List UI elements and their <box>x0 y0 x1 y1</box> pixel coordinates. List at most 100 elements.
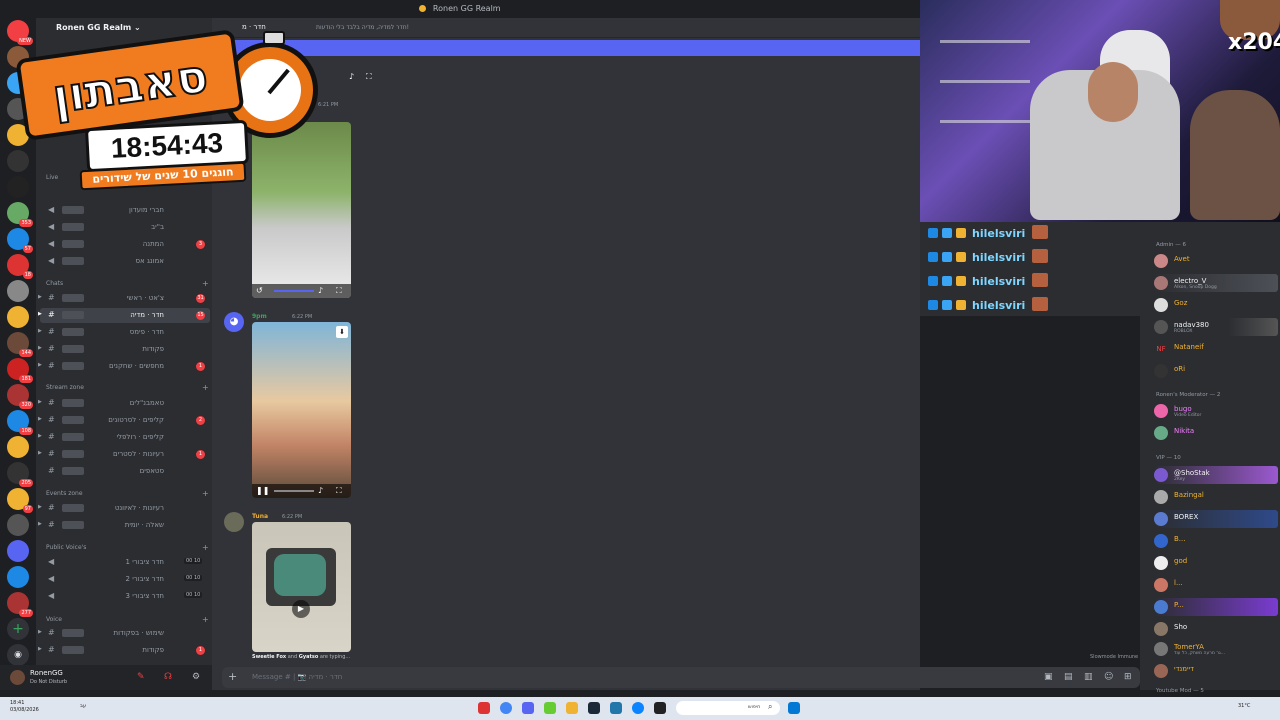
member-item[interactable]: Sho <box>1154 620 1278 638</box>
member-item[interactable]: l... <box>1154 576 1278 594</box>
category-chats[interactable]: Chats + <box>46 279 209 288</box>
add-channel-icon[interactable]: + <box>202 279 209 288</box>
language-indicator[interactable]: עב <box>80 703 86 709</box>
volume-icon[interactable]: ♪ <box>349 72 354 81</box>
member-item[interactable]: oRi <box>1154 362 1278 380</box>
voice-channel-item[interactable]: ◀ חדר ציבורי 2 00 10 <box>40 572 210 587</box>
server-icon[interactable]: 144 <box>7 332 33 357</box>
add-channel-icon[interactable]: + <box>202 543 209 552</box>
channel-item[interactable]: # סטאפים <box>40 464 210 479</box>
app-icon[interactable] <box>544 702 556 714</box>
volume-icon[interactable]: ♪ <box>318 286 323 295</box>
video-progress[interactable] <box>274 290 314 292</box>
avatar[interactable] <box>224 512 244 532</box>
weather-widget[interactable]: 31°C <box>1238 703 1250 709</box>
channel-item[interactable]: ▶ # רעיונות · לסטרים 1 <box>38 447 210 462</box>
server-icon[interactable] <box>7 280 29 302</box>
channel-item[interactable]: ▶ # שאלה · יומית <box>38 518 210 533</box>
gif-icon[interactable]: ▤ <box>1064 672 1073 682</box>
member-item[interactable]: דיימנדי <box>1154 662 1278 680</box>
channel-item[interactable]: ▶ # רעיונות · לאיוונט <box>38 501 210 516</box>
server-icon[interactable]: 205 <box>7 462 33 487</box>
windows-start-icon[interactable] <box>788 702 800 714</box>
gift-icon[interactable]: ▣ <box>1044 672 1053 682</box>
discover-icon[interactable]: ◉ <box>7 644 29 666</box>
member-item[interactable]: B... <box>1154 532 1278 550</box>
server-icon[interactable] <box>7 540 29 562</box>
member-item[interactable]: electro_V Alkon, Snoop Dogg <box>1154 274 1278 292</box>
emoji-icon[interactable]: ☺ <box>1104 672 1113 682</box>
pause-icon[interactable]: ❚❚ <box>256 486 269 495</box>
video-progress[interactable] <box>274 490 314 492</box>
discord-icon[interactable] <box>522 702 534 714</box>
taskbar-clock[interactable]: 18:41 03/08/2026 <box>10 700 39 714</box>
server-icon[interactable] <box>7 514 29 536</box>
channel-item[interactable]: ▶ # טאמבנ"לים <box>38 396 210 411</box>
channel-item[interactable]: ▶ # צ'אט · ראשי 31 <box>38 291 210 306</box>
category-voice[interactable]: Voice + <box>46 615 209 624</box>
server-icon[interactable] <box>7 436 29 458</box>
add-channel-icon[interactable]: + <box>202 489 209 498</box>
channel-item[interactable]: ▶ # קליפים · לסרטונים 2 <box>38 413 210 428</box>
app-icon[interactable] <box>610 702 622 714</box>
server-icon[interactable]: 320 <box>7 384 33 409</box>
server-icon[interactable]: 57 <box>7 228 33 253</box>
member-item[interactable]: bugo Video Editor <box>1154 402 1278 420</box>
member-item[interactable]: BOREX <box>1154 510 1278 528</box>
discord-logo-icon[interactable]: ◕ <box>224 312 244 332</box>
download-icon[interactable]: ⬇ <box>336 326 348 338</box>
fullscreen-icon[interactable]: ⛶ <box>336 286 342 296</box>
message-author[interactable]: Tuna <box>252 513 268 520</box>
steam-icon[interactable] <box>588 702 600 714</box>
category-events-zone[interactable]: Events zone + <box>46 489 209 498</box>
server-icon[interactable] <box>7 566 29 588</box>
video-attachment[interactable]: ⬇ ❚❚ ♪ ⛶ <box>252 322 351 498</box>
member-item[interactable]: Goz <box>1154 296 1278 314</box>
replay-icon[interactable]: ↺ <box>256 286 263 295</box>
taskbar-search[interactable]: חיפוש ⌕ <box>676 701 780 715</box>
message-composer[interactable]: + Message # | 📷 חדר · מדיה ▣ ▤ ▥ ☺ ⊞ <box>222 667 1140 688</box>
channel-item[interactable]: ◀ המתנה 3 <box>40 237 210 252</box>
channel-item[interactable]: ◀ חברי מועדון <box>40 203 210 218</box>
channel-item[interactable]: ▶ # חדר · פימס <box>38 325 210 340</box>
voice-channel-item[interactable]: ◀ חדר ציבורי 3 00 10 <box>40 589 210 604</box>
channel-item[interactable]: ▶ # פקודות <box>38 342 210 357</box>
member-item[interactable]: @ShoStak 2Key <box>1154 466 1278 484</box>
channel-item-selected[interactable]: ▶ # חדר · מדיה 15 <box>38 308 210 323</box>
member-item[interactable]: Avet <box>1154 252 1278 270</box>
channel-item[interactable]: ▶ # קליפים · רולפלי <box>38 430 210 445</box>
message-author[interactable]: 9pm <box>252 313 267 320</box>
sticker-icon[interactable]: ▥ <box>1084 672 1093 682</box>
app-icon[interactable] <box>478 702 490 714</box>
chrome-icon[interactable] <box>500 702 512 714</box>
member-item[interactable]: P... <box>1154 598 1278 616</box>
member-item[interactable]: TomerYA גר מרעה משחק, כל עוד... <box>1154 640 1278 658</box>
volume-icon[interactable]: ♪ <box>318 486 323 495</box>
gear-icon[interactable]: ⚙ <box>192 672 200 682</box>
fullscreen-icon[interactable]: ⛶ <box>336 486 342 496</box>
category-public-voices[interactable]: Public Voice's + <box>46 543 209 552</box>
server-icon[interactable] <box>7 306 29 328</box>
server-icon[interactable]: 353 <box>7 202 33 227</box>
channel-item[interactable]: ▶ # מחפשים · שחקנים 1 <box>38 359 210 374</box>
channel-item[interactable]: ▶ # שימוש · בפקודות <box>38 626 210 641</box>
mic-muted-icon[interactable]: ✎ <box>137 672 145 682</box>
server-icon[interactable]: 18 <box>7 254 33 279</box>
category-stream-zone[interactable]: Stream zone + <box>46 383 209 392</box>
server-icon[interactable]: 97 <box>7 488 33 513</box>
app-icon[interactable] <box>654 702 666 714</box>
apps-icon[interactable]: ⊞ <box>1124 672 1132 682</box>
channel-item[interactable]: ◀ אמונג אס <box>40 254 210 269</box>
server-icon[interactable]: 108 <box>7 410 33 435</box>
channel-item[interactable]: ▶ # פקודות 1 <box>38 643 210 658</box>
headset-muted-icon[interactable]: ☊ <box>164 672 172 682</box>
add-attachment-icon[interactable]: + <box>228 670 237 683</box>
add-server-icon[interactable]: + <box>7 618 29 640</box>
channel-item[interactable]: ◀ ב"יב <box>40 220 210 235</box>
member-item[interactable]: Nikita <box>1154 424 1278 442</box>
member-item[interactable]: Bazingal <box>1154 488 1278 506</box>
edge-icon[interactable] <box>632 702 644 714</box>
voice-channel-item[interactable]: ◀ חדר ציבורי 1 00 10 <box>40 555 210 570</box>
member-item[interactable]: nadav380 ROBLOX <box>1154 318 1278 336</box>
folder-icon[interactable] <box>566 702 578 714</box>
